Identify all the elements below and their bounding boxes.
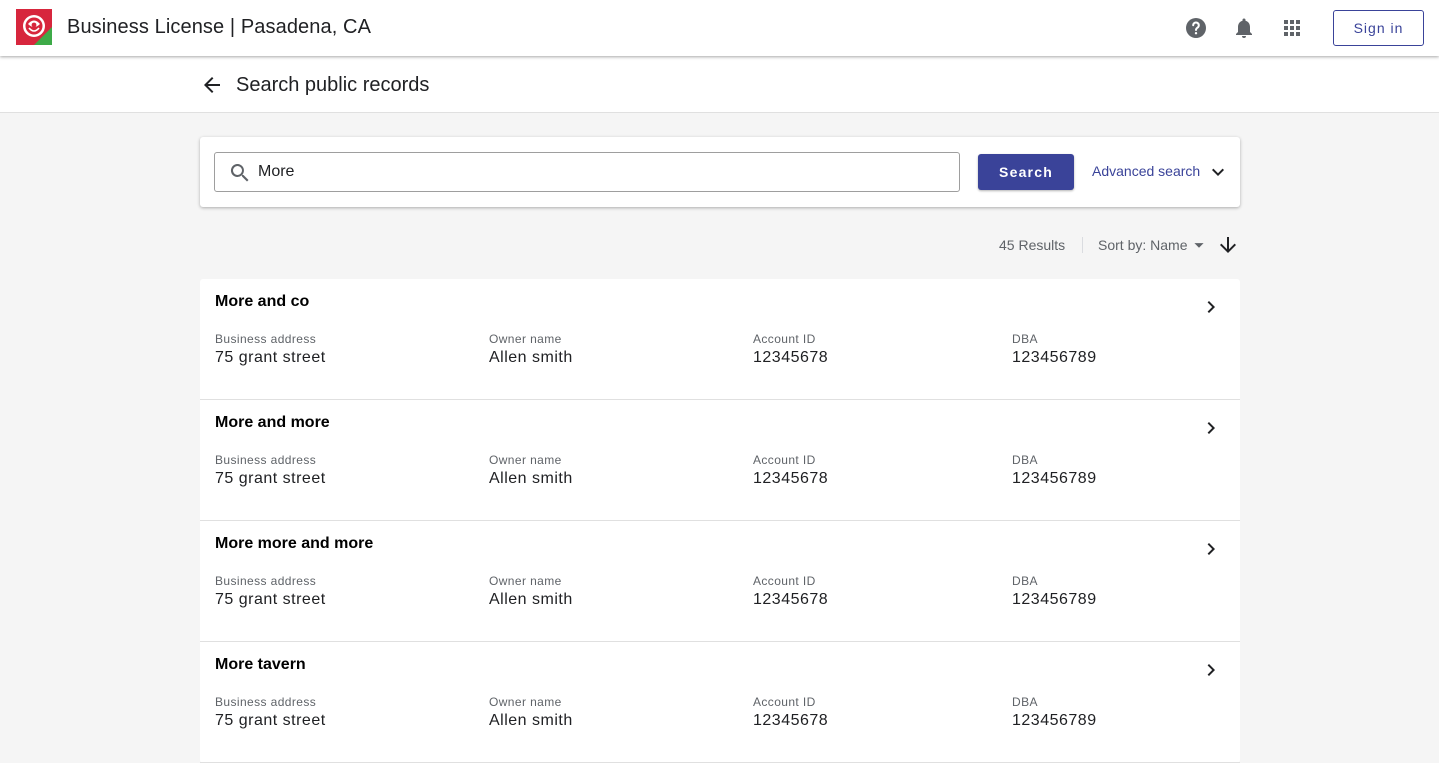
result-name[interactable]: More and co [215,293,309,311]
back-arrow-icon[interactable] [200,73,224,97]
notifications-icon[interactable] [1232,16,1256,40]
result-item[interactable]: More more and more Business address 75 g… [200,521,1240,642]
help-icon[interactable] [1184,16,1208,40]
result-item[interactable]: More tavern Business address 75 grant st… [200,642,1240,763]
business-address-field: Business address 75 grant street [215,332,326,367]
field-value: Allen smith [489,591,573,608]
owner-name-field: Owner name Allen smith [489,453,573,488]
app-title: Business License | Pasadena, CA [67,16,372,38]
page-title: Search public records [236,74,430,96]
field-value: 123456789 [1012,349,1097,366]
sort-direction-arrow-icon[interactable] [1216,233,1240,257]
results-count: 45 Results [999,237,1066,253]
sign-in-button[interactable]: Sign in [1333,10,1424,46]
field-value: 12345678 [753,470,829,487]
field-value: Allen smith [489,712,573,729]
result-name[interactable]: More and more [215,414,330,432]
account-id-field: Account ID 12345678 [753,332,828,367]
account-id-field: Account ID 12345678 [753,574,828,609]
dba-field: DBA 123456789 [1012,695,1097,730]
business-address-field: Business address 75 grant street [215,695,326,730]
field-value: 75 grant street [215,712,326,729]
field-value: 12345678 [753,349,829,366]
caret-down-icon[interactable] [1188,234,1210,256]
field-label: Owner name [489,453,562,467]
result-item[interactable]: More and more Business address 75 grant … [200,400,1240,521]
field-label: Account ID [753,453,816,467]
field-value: 75 grant street [215,470,326,487]
result-item[interactable]: More and co Business address 75 grant st… [200,279,1240,400]
field-value: 123456789 [1012,470,1097,487]
pasadena-rose-logo[interactable] [16,9,52,45]
field-label: Business address [215,695,317,709]
business-address-field: Business address 75 grant street [215,574,326,609]
advanced-search-link[interactable]: Advanced search [1092,163,1200,179]
field-value: 123456789 [1012,712,1097,729]
account-id-field: Account ID 12345678 [753,453,828,488]
field-label: Business address [215,574,317,588]
page-header: Search public records [0,56,1439,113]
field-value: 123456789 [1012,591,1097,608]
field-label: DBA [1012,695,1038,709]
field-value: 12345678 [753,712,829,729]
field-value: 12345678 [753,591,829,608]
field-label: Account ID [753,332,816,346]
account-id-field: Account ID 12345678 [753,695,828,730]
chevron-down-icon[interactable] [1206,160,1230,184]
field-value: Allen smith [489,470,573,487]
chevron-right-icon[interactable] [1199,658,1223,682]
field-label: Account ID [753,574,816,588]
field-label: Business address [215,332,317,346]
results-list: More and co Business address 75 grant st… [200,279,1240,763]
field-label: Owner name [489,695,562,709]
chevron-right-icon[interactable] [1199,537,1223,561]
search-icon [230,164,249,182]
owner-name-field: Owner name Allen smith [489,332,573,367]
field-label: DBA [1012,574,1038,588]
field-value: Allen smith [489,349,573,366]
dba-field: DBA 123456789 [1012,574,1097,609]
field-label: DBA [1012,453,1038,467]
owner-name-field: Owner name Allen smith [489,574,573,609]
result-name[interactable]: More tavern [215,656,306,674]
search-panel: Search Advanced search [200,137,1240,207]
apps-grid-icon[interactable] [1280,16,1304,40]
chevron-right-icon[interactable] [1199,416,1223,440]
owner-name-field: Owner name Allen smith [489,695,573,730]
field-label: Owner name [489,332,562,346]
field-value: 75 grant street [215,349,326,366]
field-value: 75 grant street [215,591,326,608]
field-label: Account ID [753,695,816,709]
field-label: Business address [215,453,317,467]
search-button[interactable]: Search [978,154,1074,190]
result-name[interactable]: More more and more [215,535,373,553]
top-app-bar: Business License | Pasadena, CA Sign in [0,0,1439,56]
search-input[interactable] [258,155,948,189]
sort-dropdown[interactable]: Sort by: Name [1098,237,1187,253]
dba-field: DBA 123456789 [1012,332,1097,367]
field-label: Owner name [489,574,562,588]
search-field[interactable] [214,152,960,192]
field-label: DBA [1012,332,1038,346]
chevron-right-icon[interactable] [1199,295,1223,319]
business-address-field: Business address 75 grant street [215,453,326,488]
dba-field: DBA 123456789 [1012,453,1097,488]
results-divider [1082,237,1083,253]
